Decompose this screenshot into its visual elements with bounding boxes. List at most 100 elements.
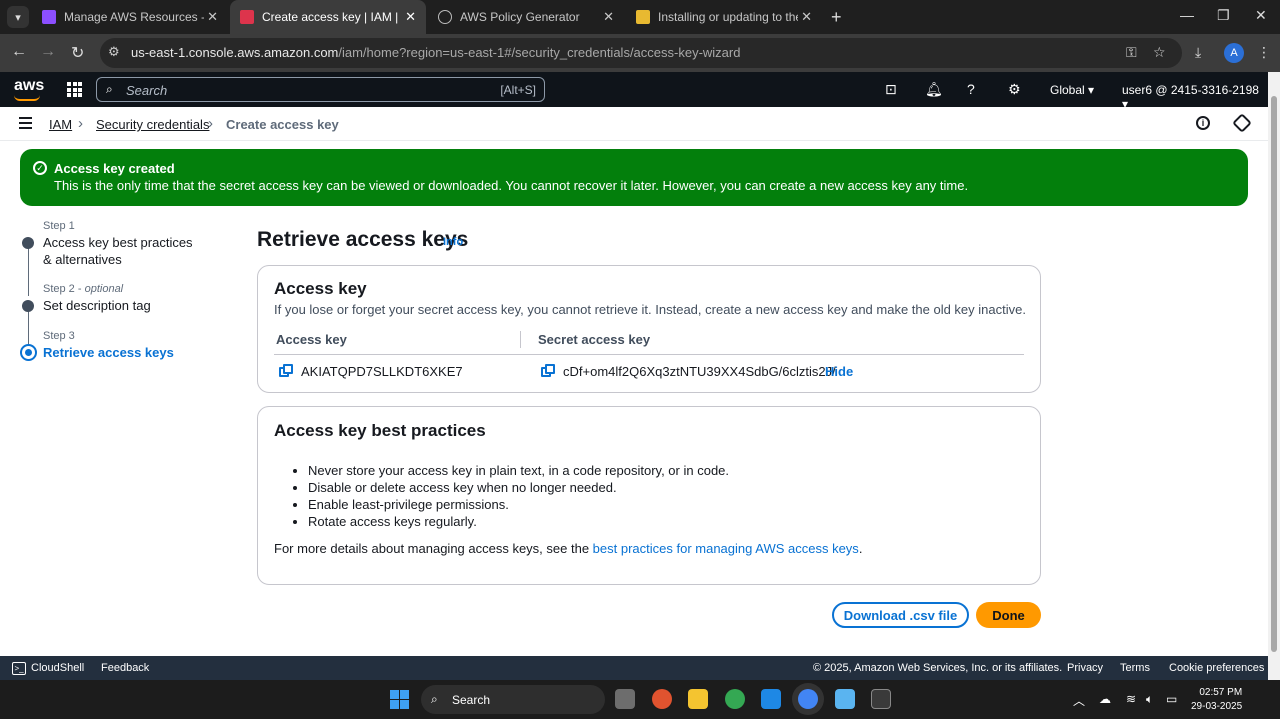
side-nav-toggle-icon[interactable] [19,117,32,129]
taskbar-clock[interactable]: 02:57 PM 29-03-2025 [1191,686,1242,714]
done-button[interactable]: Done [976,602,1041,628]
access-key-card: Access key If you lose or forget your se… [257,265,1041,393]
success-flashbar: ✓ Access key created This is the only ti… [20,149,1248,206]
address-bar[interactable]: ⚙ us-east-1.console.aws.amazon.com/iam/h… [100,38,1182,68]
chrome-menu-icon[interactable]: ⋮ [1257,44,1271,61]
search-icon: ⌕ [431,692,438,706]
list-item: Disable or delete access key when no lon… [308,479,729,496]
breadcrumb-bar: IAM › Security credentials › Create acce… [0,107,1268,141]
url-text: us-east-1.console.aws.amazon.com/iam/hom… [131,45,740,60]
list-item: Never store your access key in plain tex… [308,462,729,479]
cloudshell-icon[interactable]: ⊡ [885,81,897,98]
taskbar-search[interactable]: ⌕ Search [421,685,605,714]
col-secret-access-key: Secret access key [538,332,651,347]
terms-link[interactable]: Terms [1120,662,1150,674]
secret-access-key-value: cDf+om4lf2Q6Xq3ztNTU39XX4SdbG/6clztis2J/ [563,364,836,379]
new-tab-button[interactable]: + [831,7,842,28]
chrome-icon[interactable] [725,689,745,709]
privacy-link[interactable]: Privacy [1067,662,1103,674]
forward-icon[interactable]: → [40,43,56,61]
browser-tab-create-access-key[interactable]: Create access key | IAM | Global ✕ [230,0,426,34]
aws-smile-icon [14,95,40,101]
account-label: user6 @ 2415-3316-2198 [1122,83,1259,97]
breadcrumb-security-credentials[interactable]: Security credentials [96,117,209,132]
notepad-icon[interactable] [835,689,855,709]
success-check-icon: ✓ [33,161,47,175]
hide-secret-button[interactable]: Hide [825,364,853,379]
console-footer: >_ CloudShell Feedback © 2025, Amazon We… [0,656,1268,680]
best-practices-card: Access key best practices Never store yo… [257,406,1041,585]
clock-time: 02:57 PM [1199,687,1243,698]
list-item: Enable least-privilege permissions. [308,496,729,513]
browser-tab-manage-aws[interactable]: Manage AWS Resources - AWS ✕ [32,0,228,34]
cloudshell-footer-icon[interactable]: >_ [12,662,26,675]
reload-icon[interactable]: ↻ [71,43,84,63]
help-icon[interactable]: ? [967,81,975,97]
step-2-title[interactable]: Set description tag [43,297,203,314]
windows-start-icon[interactable] [390,690,409,709]
file-explorer-icon[interactable] [688,689,708,709]
volume-icon[interactable]: 🔈︎ [1146,692,1153,707]
tab-title: Installing or updating to the lat [658,10,798,24]
info-link[interactable]: Info [443,236,463,248]
scrollbar-thumb[interactable] [1271,96,1277,652]
chevron-right-icon: › [208,115,213,132]
info-panel-icon[interactable]: i [1196,116,1210,130]
feedback-hex-icon[interactable] [1232,113,1252,133]
globe-icon [438,10,452,24]
back-icon[interactable]: ← [11,43,27,61]
window-close-icon[interactable]: ✕ [1255,7,1267,24]
download-csv-button[interactable]: Download .csv file [832,602,969,628]
chevron-right-icon: › [78,115,83,132]
more-details-text: For more details about managing access k… [274,541,862,556]
settings-gear-icon[interactable]: ⚙ [1008,81,1021,98]
copy-access-key-icon[interactable] [279,364,293,378]
profile-avatar[interactable]: A [1224,43,1244,63]
list-item: Rotate access keys regularly. [308,513,729,530]
restore-icon[interactable]: ❐ [1217,7,1230,24]
search-shortcut-hint: [Alt+S] [500,83,536,97]
onedrive-cloud-icon[interactable]: ☁ [1099,692,1111,706]
services-grid-icon[interactable] [67,82,82,97]
breadcrumb-iam[interactable]: IAM [49,117,72,132]
tab-title: Create access key | IAM | Global [262,10,402,24]
close-tab-icon[interactable]: ✕ [603,9,614,25]
site-info-icon[interactable]: ⚙ [108,44,120,60]
tab-search-button[interactable]: ▾ [7,6,29,28]
copy-secret-key-icon[interactable] [541,364,555,378]
step-3-title: Retrieve access keys [43,345,174,360]
chrome-profile-icon[interactable] [798,689,818,709]
download-icon[interactable]: ⤓ [1195,44,1201,61]
tray-chevron-icon[interactable]: ︿ [1073,692,1085,709]
cookie-preferences-link[interactable]: Cookie preferences [1169,662,1264,674]
wifi-icon[interactable]: ≋ [1126,692,1136,706]
best-practices-list: Never store your access key in plain tex… [308,462,729,530]
url-path: /iam/home?region=us-east-1#/security_cre… [338,45,741,60]
cloudshell-link[interactable]: CloudShell [31,662,84,674]
browser-tab-installing[interactable]: Installing or updating to the lat ✕ [626,0,822,34]
minimize-icon[interactable]: — [1180,7,1194,23]
aws-logo[interactable]: aws [14,77,44,101]
feedback-link[interactable]: Feedback [101,662,149,674]
flash-message: This is the only time that the secret ac… [54,178,969,193]
step-1-title[interactable]: Access key best practices & alternatives [43,234,203,268]
flash-title: Access key created [54,161,175,176]
battery-icon[interactable]: ▭ [1166,692,1177,706]
close-tab-icon[interactable]: ✕ [801,9,812,25]
bookmark-star-icon[interactable]: ☆ [1153,44,1166,61]
browser-tab-policy-generator[interactable]: AWS Policy Generator ✕ [428,0,624,34]
password-key-icon[interactable]: ⚿ [1126,44,1137,61]
close-tab-icon[interactable]: ✕ [207,9,218,25]
aws-cube-icon [42,10,56,24]
region-selector[interactable]: Global ▾ [1050,83,1094,97]
terminal-icon[interactable] [871,689,891,709]
notifications-bell-icon[interactable]: 🔔︎ [925,81,943,98]
console-search-input[interactable]: ⌕ Search [Alt+S] [96,77,545,102]
brave-browser-icon[interactable] [652,689,672,709]
search-placeholder: Search [126,83,168,98]
task-view-icon[interactable] [615,689,635,709]
step-2-label: Step 2 - optional [43,283,124,295]
vscode-icon[interactable] [761,689,781,709]
best-practices-link[interactable]: best practices for managing AWS access k… [593,541,859,556]
close-tab-icon[interactable]: ✕ [405,9,416,25]
